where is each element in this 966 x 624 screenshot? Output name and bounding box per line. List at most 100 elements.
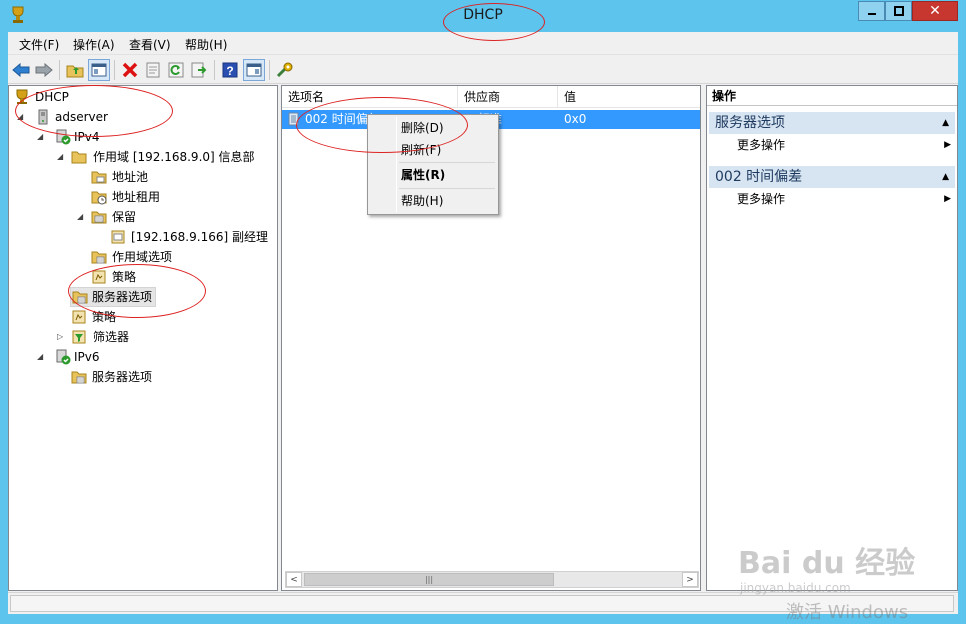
toolbar-separator bbox=[114, 60, 115, 80]
filter-icon bbox=[71, 329, 87, 345]
tree-node-ipv6-server-options[interactable]: 服务器选项 bbox=[71, 368, 191, 386]
toolbar-separator bbox=[59, 60, 60, 80]
policy-icon bbox=[71, 309, 87, 325]
tree-label: 保留 bbox=[112, 210, 137, 224]
refresh-icon bbox=[168, 62, 184, 78]
tree-label: IPv6 bbox=[74, 350, 100, 364]
action-section-server-options[interactable]: 服务器选项 ▲ bbox=[709, 112, 955, 134]
tree-label: 地址池 bbox=[112, 170, 149, 184]
back-icon bbox=[12, 63, 30, 77]
menu-view[interactable]: 查看(V) bbox=[129, 36, 171, 53]
forward-button[interactable] bbox=[33, 59, 55, 81]
action-pane-header: 操作 bbox=[707, 86, 957, 106]
reservations-icon bbox=[91, 209, 107, 225]
address-leases-icon bbox=[91, 189, 107, 205]
properties-button[interactable] bbox=[142, 59, 164, 81]
up-folder-icon bbox=[66, 65, 84, 78]
action-more-actions[interactable]: 更多操作 ▶ bbox=[737, 190, 953, 208]
close-button[interactable]: ✕ bbox=[912, 1, 958, 21]
scroll-left-icon[interactable]: < bbox=[286, 572, 302, 587]
delete-icon bbox=[122, 62, 138, 78]
horizontal-scrollbar[interactable]: < ||| > bbox=[285, 571, 699, 588]
tree-label: [192.168.9.166] 副经理 bbox=[131, 230, 268, 244]
maximize-button[interactable] bbox=[885, 1, 912, 21]
action-section-title: 服务器选项 bbox=[715, 115, 785, 131]
tree-node-ipv6[interactable]: ◢ IPv6 bbox=[37, 348, 187, 366]
reservation-item-icon bbox=[110, 229, 126, 245]
tree-label: 作用域 [192.168.9.0] 信息部 bbox=[93, 150, 255, 164]
collapse-arrow-icon[interactable]: ◢ bbox=[37, 348, 43, 366]
scope-options-icon bbox=[91, 249, 107, 265]
action-more-actions[interactable]: 更多操作 ▶ bbox=[737, 136, 953, 154]
watermark-site: jingyan.baidu.com bbox=[740, 581, 851, 595]
tree-node-reservations[interactable]: ◢ 保留 bbox=[77, 208, 227, 226]
collapse-arrow-icon[interactable]: ◢ bbox=[77, 208, 83, 226]
action-item-label: 更多操作 bbox=[737, 192, 786, 206]
column-header-vendor[interactable]: 供应商 bbox=[458, 86, 558, 108]
menu-file[interactable]: 文件(F) bbox=[19, 36, 59, 53]
ipv6-check-icon bbox=[55, 349, 71, 365]
tree-node-scope[interactable]: ◢ 作用域 [192.168.9.0] 信息部 bbox=[57, 148, 277, 166]
action-section-option[interactable]: 002 时间偏差 ▲ bbox=[709, 166, 955, 188]
activate-windows-text: 激活 Windows bbox=[786, 602, 909, 623]
tree-label: 地址租用 bbox=[112, 190, 161, 204]
forward-icon bbox=[35, 63, 53, 77]
toolbar-separator bbox=[269, 60, 270, 80]
tree-label: 服务器选项 bbox=[92, 370, 153, 384]
tree-label: 筛选器 bbox=[93, 330, 130, 344]
help-icon: ? bbox=[222, 62, 238, 78]
up-folder-button[interactable] bbox=[64, 59, 86, 81]
annotation-ellipse-server bbox=[15, 85, 173, 137]
toolbar-separator bbox=[214, 60, 215, 80]
tree-node-filters[interactable]: ▷ 筛选器 bbox=[57, 328, 207, 346]
annotation-ellipse-title bbox=[443, 3, 545, 41]
tree-node-scope-options[interactable]: 作用域选项 bbox=[91, 248, 241, 266]
action-item-label: 更多操作 bbox=[737, 138, 786, 152]
annotation-ellipse-option bbox=[296, 97, 468, 153]
context-menu-help[interactable]: 帮助(H) bbox=[371, 190, 495, 212]
dhcp-tool-button[interactable] bbox=[274, 59, 296, 81]
collapse-caret-icon[interactable]: ▲ bbox=[942, 112, 949, 134]
context-menu-separator bbox=[399, 188, 495, 189]
folder-icon bbox=[71, 149, 87, 165]
help-button[interactable]: ? bbox=[219, 59, 241, 81]
dhcp-tool-icon bbox=[276, 62, 293, 78]
menu-action[interactable]: 操作(A) bbox=[73, 36, 115, 53]
address-pool-icon bbox=[91, 169, 107, 185]
context-menu-separator bbox=[399, 162, 495, 163]
delete-button[interactable] bbox=[119, 59, 141, 81]
tree-node-address-leases[interactable]: 地址租用 bbox=[91, 188, 241, 206]
tree-node-address-pool[interactable]: 地址池 bbox=[91, 168, 241, 186]
action-section-title: 002 时间偏差 bbox=[715, 169, 803, 185]
toolbar: ? bbox=[8, 54, 958, 84]
annotation-ellipse-server-options bbox=[68, 264, 206, 318]
show-hide-tree-button[interactable] bbox=[88, 59, 110, 81]
export-list-icon bbox=[191, 62, 207, 78]
console-tree[interactable]: DHCP ◢ adserver ◢ IPv4 ◢ 作用域 [192.168.9.… bbox=[8, 85, 278, 591]
watermark-logo: Bai du 经验 bbox=[738, 546, 916, 581]
close-icon: ✕ bbox=[929, 3, 941, 19]
menu-help[interactable]: 帮助(H) bbox=[185, 36, 227, 53]
submenu-arrow-icon: ▶ bbox=[944, 194, 951, 204]
properties-icon bbox=[146, 62, 160, 78]
collapse-arrow-icon[interactable]: ◢ bbox=[57, 148, 63, 166]
expand-arrow-icon[interactable]: ▷ bbox=[57, 328, 63, 346]
refresh-button[interactable] bbox=[165, 59, 187, 81]
scroll-right-icon[interactable]: > bbox=[682, 572, 698, 587]
submenu-arrow-icon: ▶ bbox=[944, 140, 951, 150]
cell-value: 0x0 bbox=[564, 112, 587, 126]
column-header-value[interactable]: 值 bbox=[558, 86, 700, 108]
show-hide-action-pane-icon bbox=[246, 63, 262, 77]
svg-text:?: ? bbox=[226, 64, 233, 78]
scroll-thumb[interactable]: ||| bbox=[304, 573, 554, 586]
show-hide-tree-icon bbox=[91, 63, 107, 77]
export-list-button[interactable] bbox=[188, 59, 210, 81]
back-button[interactable] bbox=[10, 59, 32, 81]
server-options-icon bbox=[71, 369, 87, 385]
collapse-caret-icon[interactable]: ▲ bbox=[942, 166, 949, 188]
action-pane: 操作 服务器选项 ▲ 更多操作 ▶ 002 时间偏差 ▲ 更多操作 ▶ bbox=[706, 85, 958, 591]
minimize-button[interactable] bbox=[858, 1, 885, 21]
show-hide-action-pane-button[interactable] bbox=[243, 59, 265, 81]
tree-node-reservation-item[interactable]: [192.168.9.166] 副经理 bbox=[110, 228, 277, 246]
context-menu-properties[interactable]: 属性(R) bbox=[371, 164, 495, 186]
